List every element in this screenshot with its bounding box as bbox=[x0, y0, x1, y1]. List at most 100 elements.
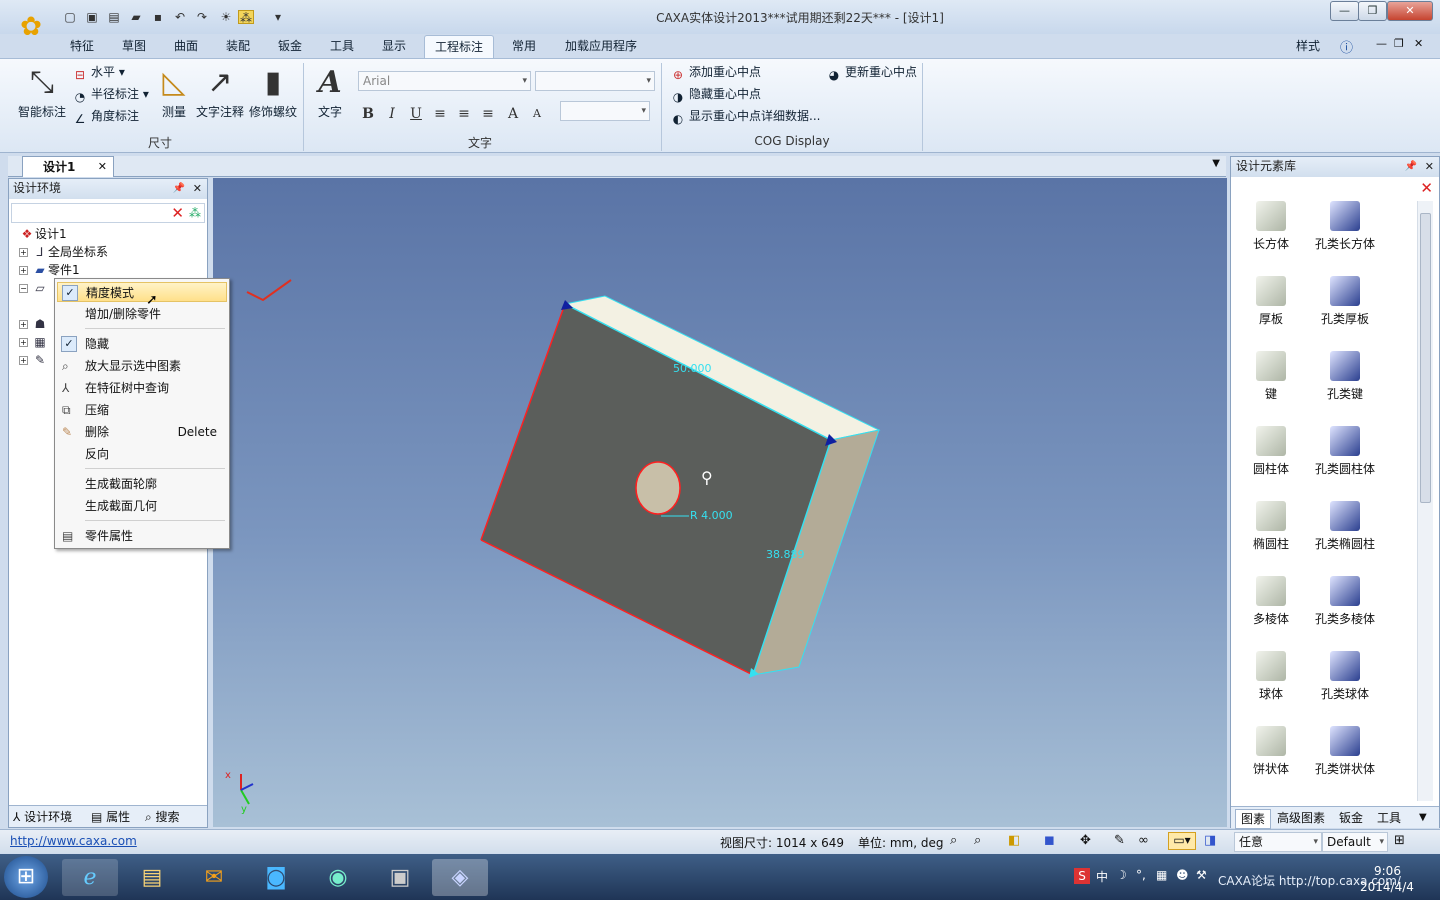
library-item[interactable]: 厚板 bbox=[1235, 276, 1307, 327]
moon-icon[interactable]: ☽ bbox=[1116, 868, 1127, 882]
hide-cog-button[interactable]: ◑ 隐藏重心中点 bbox=[670, 85, 761, 105]
tab-sheetmetal[interactable]: 钣金 bbox=[268, 35, 312, 58]
grow-font-icon[interactable]: A bbox=[503, 104, 523, 124]
style-select[interactable]: Default bbox=[1322, 832, 1388, 852]
clear-icon[interactable]: ✕ bbox=[171, 204, 184, 222]
tab-common[interactable]: 常用 bbox=[502, 35, 546, 58]
tab-tools[interactable]: 工具 bbox=[320, 35, 364, 58]
glasses-icon[interactable]: ∞ bbox=[1138, 833, 1149, 848]
selection-mode-icon[interactable]: ▭▾ bbox=[1168, 832, 1196, 850]
layer-icon[interactable]: ◨ bbox=[1204, 833, 1216, 848]
font-size-combo[interactable] bbox=[535, 71, 655, 91]
library-item[interactable]: 球体 bbox=[1235, 651, 1307, 702]
new-icon[interactable]: ▢ bbox=[62, 10, 78, 24]
tree-item-global-coords[interactable]: + ⅃ 全局坐标系 bbox=[19, 243, 108, 261]
clock-time[interactable]: 9:06 bbox=[1374, 864, 1401, 878]
expand-icon[interactable]: + bbox=[19, 248, 28, 257]
menu-item-hide[interactable]: ✓ 隐藏 bbox=[57, 334, 227, 354]
filter-options-icon[interactable]: ⁂ bbox=[189, 204, 201, 222]
menu-item-delete[interactable]: ✎ 删除 Delete bbox=[57, 422, 227, 442]
start-button[interactable]: ⊞ bbox=[4, 856, 48, 898]
minimize-button[interactable]: — bbox=[1330, 1, 1359, 21]
library-item[interactable]: 孔类多棱体 bbox=[1309, 576, 1381, 627]
radius-dim-button[interactable]: ◔ 半径标注 ▾ bbox=[72, 85, 149, 105]
outlook-app-icon[interactable]: ✉ bbox=[186, 859, 242, 896]
dim-radius-label[interactable]: R 4.000 bbox=[690, 509, 733, 522]
tab-design1[interactable]: 设计1 ✕ bbox=[22, 156, 114, 177]
3d-viewport[interactable]: 50.000 38.889 R 4.000 ⚲ x y bbox=[213, 178, 1227, 827]
filter-select[interactable]: 任意 bbox=[1234, 832, 1322, 852]
bold-button[interactable]: B bbox=[358, 104, 378, 124]
tree-item-tools[interactable]: + ✎ bbox=[19, 351, 48, 369]
measure-button[interactable]: ◺ 测量 bbox=[156, 63, 192, 120]
undo-icon[interactable]: ↶ bbox=[172, 10, 188, 24]
library-item[interactable]: 键 bbox=[1235, 351, 1307, 402]
import-icon[interactable]: ▤ bbox=[106, 10, 122, 24]
style-menu[interactable]: 样式 bbox=[1286, 35, 1330, 58]
maximize-button[interactable]: ❐ bbox=[1358, 1, 1387, 21]
menu-item-section-profile[interactable]: 生成截面轮廓 bbox=[57, 474, 227, 494]
text-style-combo[interactable] bbox=[560, 101, 650, 121]
tab-design-env[interactable]: ⅄ 设计环境 bbox=[13, 808, 72, 826]
library-item[interactable]: 孔类椭圆柱 bbox=[1309, 501, 1381, 552]
library-item[interactable]: 孔类键 bbox=[1309, 351, 1381, 402]
expand-icon[interactable]: + bbox=[19, 266, 28, 275]
tab-shapes[interactable]: 图素 bbox=[1235, 809, 1272, 829]
qat-dropdown-icon[interactable]: ▾ bbox=[270, 10, 286, 24]
redo-icon[interactable]: ↷ bbox=[194, 10, 210, 24]
underline-button[interactable]: U bbox=[406, 104, 426, 124]
add-cog-button[interactable]: ⊕ 添加重心中点 bbox=[670, 63, 761, 83]
tree-item-part1[interactable]: + ▰ 零件1 bbox=[19, 261, 80, 279]
align-center-icon[interactable]: ≡ bbox=[454, 104, 474, 124]
pan-icon[interactable]: ✥ bbox=[1080, 833, 1091, 848]
library-item[interactable]: 饼状体 bbox=[1235, 726, 1307, 777]
close-panel-icon[interactable]: ✕ bbox=[1425, 157, 1434, 176]
ribbon-close-icon[interactable]: ✕ bbox=[1414, 37, 1423, 50]
browser-app-icon[interactable]: ◉ bbox=[310, 859, 366, 896]
dim-right-label[interactable]: 38.889 bbox=[766, 548, 805, 561]
text-button[interactable]: A 文字 bbox=[312, 63, 348, 120]
update-cog-button[interactable]: ◕ 更新重心中点 bbox=[826, 63, 917, 83]
library-item[interactable]: 孔类长方体 bbox=[1309, 201, 1381, 252]
italic-button[interactable]: I bbox=[382, 104, 402, 124]
scroll-thumb[interactable] bbox=[1420, 213, 1431, 503]
library-item[interactable]: 长方体 bbox=[1235, 201, 1307, 252]
close-tab-icon[interactable]: ✕ bbox=[98, 157, 107, 177]
menu-item-part-properties[interactable]: ▤ 零件属性 bbox=[57, 526, 227, 546]
help-icon[interactable]: ⓘ bbox=[1340, 37, 1353, 56]
ribbon-minimize-icon[interactable]: — bbox=[1376, 37, 1387, 50]
close-button[interactable]: ✕ bbox=[1387, 1, 1433, 21]
ribbon-restore-icon[interactable]: ❐ bbox=[1394, 37, 1404, 50]
clock-date[interactable]: 2014/4/4 bbox=[1360, 880, 1414, 894]
library-item[interactable]: 椭圆柱 bbox=[1235, 501, 1307, 552]
dim-top-label[interactable]: 50.000 bbox=[673, 362, 712, 375]
tab-feature[interactable]: 特征 bbox=[60, 35, 104, 58]
menu-item-precision-mode[interactable]: ✓ 精度模式 bbox=[57, 282, 227, 302]
tree-item-lights[interactable]: + ☗ bbox=[19, 315, 48, 333]
library-item[interactable]: 多棱体 bbox=[1235, 576, 1307, 627]
ie-app-icon[interactable]: ℯ bbox=[62, 859, 118, 896]
menu-item-find-in-tree[interactable]: ⅄ 在特征树中查询 bbox=[57, 378, 227, 398]
tab-sheetmetal-lib[interactable]: 钣金 bbox=[1339, 809, 1363, 827]
view-orient-icon[interactable]: ◧ bbox=[1008, 833, 1020, 848]
punctuation-icon[interactable]: °, bbox=[1136, 868, 1146, 882]
ime-mode[interactable]: 中 bbox=[1096, 868, 1108, 885]
user-icon[interactable]: ☻ bbox=[1176, 868, 1189, 882]
expand-icon[interactable]: + bbox=[19, 356, 28, 365]
tab-advanced-shapes[interactable]: 高级图素 bbox=[1277, 809, 1325, 827]
tab-annotation[interactable]: 工程标注 bbox=[424, 35, 495, 58]
library-scrollbar[interactable] bbox=[1417, 201, 1433, 801]
library-item[interactable]: 孔类饼状体 bbox=[1309, 726, 1381, 777]
tab-list-dropdown-icon[interactable]: ▼ bbox=[1212, 158, 1220, 169]
horizontal-dim-button[interactable]: ⊟ 水平 ▾ bbox=[72, 63, 125, 83]
tabs-more-icon[interactable]: ▼ bbox=[1419, 809, 1427, 827]
clear-icon[interactable]: ✕ bbox=[1420, 179, 1433, 197]
open-folder-icon[interactable]: ▰ bbox=[128, 10, 144, 24]
smart-dimension-button[interactable]: ⤡ 智能标注 bbox=[14, 63, 70, 120]
show-cog-detail-button[interactable]: ◐ 显示重心中点详细数据... bbox=[670, 107, 821, 127]
tab-assembly[interactable]: 装配 bbox=[216, 35, 260, 58]
sogou-ime-icon[interactable]: S bbox=[1074, 868, 1090, 884]
keyboard-icon[interactable]: ▦ bbox=[1156, 868, 1167, 882]
library-item[interactable]: 孔类圆柱体 bbox=[1309, 426, 1381, 477]
tab-addins[interactable]: 加载应用程序 bbox=[555, 35, 647, 58]
